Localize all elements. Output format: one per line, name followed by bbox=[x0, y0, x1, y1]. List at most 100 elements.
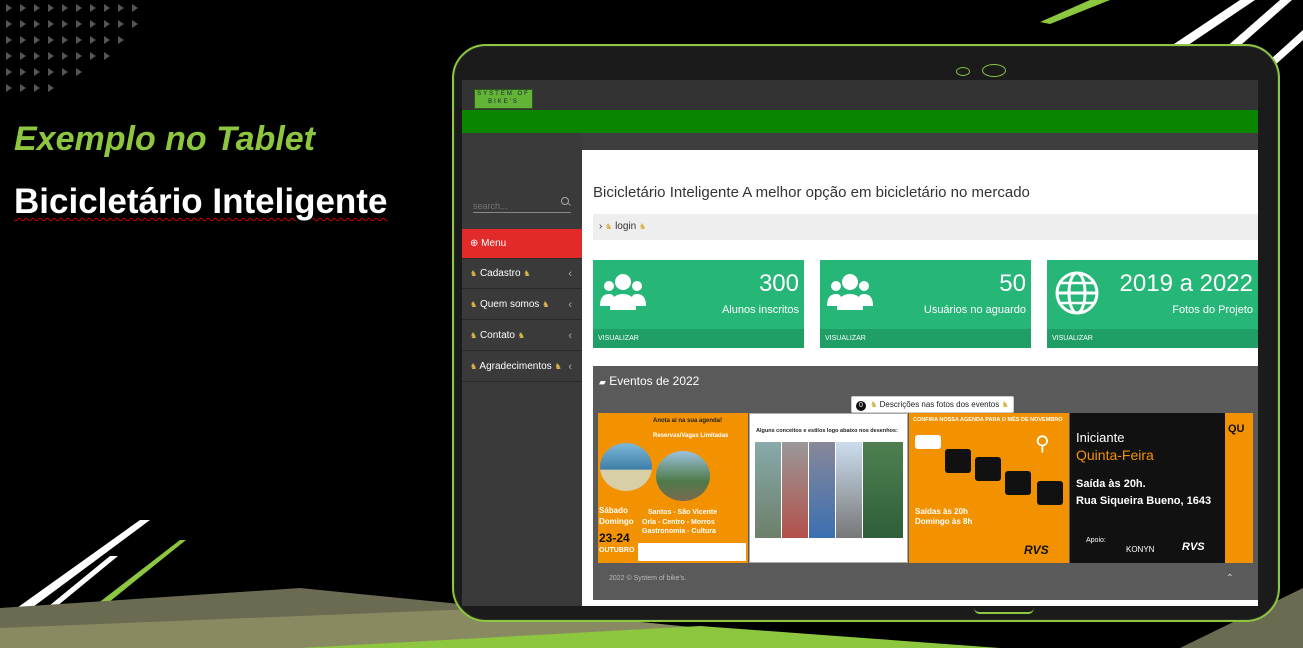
bike-icon: ♞ bbox=[517, 331, 525, 340]
event-poster-4[interactable]: Iniciante Quinta-Feira Saída às 20h. Rua… bbox=[1070, 413, 1253, 563]
sidebar-item-label: Cadastro bbox=[479, 268, 521, 279]
sidebar-item-quem-somos[interactable]: ♞ Quem somos ♞ ‹ bbox=[462, 290, 582, 320]
sidebar-item-cadastro[interactable]: ♞ Cadastro ♞ ‹ bbox=[462, 259, 582, 289]
agenda-tag bbox=[945, 449, 971, 473]
bike-icon: ♞ bbox=[470, 331, 478, 340]
bike-icon: ♞ bbox=[870, 400, 878, 409]
poster-text: OUTUBRO bbox=[599, 547, 635, 554]
poster-text: Saídas às 20h bbox=[915, 507, 968, 516]
bike-icon: ♞ bbox=[554, 362, 562, 371]
poster-text: RVS bbox=[1024, 543, 1049, 557]
bike-icon: ♞ bbox=[542, 300, 550, 309]
poster-text: Anota aí na sua agenda! bbox=[653, 418, 723, 424]
app-logo[interactable]: SYSTEM OF BIKE'S bbox=[474, 89, 533, 109]
sidebar-item-agradecimentos[interactable]: ♞ Agradecimentos ♞ ‹ bbox=[462, 352, 582, 382]
stat-value: 2019 a 2022 bbox=[1119, 270, 1253, 297]
photo-bike-lane-blue bbox=[809, 442, 835, 538]
bike-icon: ♞ bbox=[523, 269, 531, 278]
bike-icon: ♞ bbox=[605, 222, 613, 231]
agenda-tag bbox=[1005, 471, 1031, 495]
bike-icon: ♞ bbox=[1001, 400, 1009, 409]
poster-text: Quinta-Feira bbox=[1076, 447, 1154, 463]
search-input[interactable] bbox=[473, 201, 553, 211]
camera-icon bbox=[956, 67, 970, 76]
sidebar-item-label: Menu bbox=[481, 238, 507, 249]
poster-text: Saída às 20h. bbox=[1076, 478, 1146, 490]
visualizar-link[interactable]: VISUALIZAR bbox=[1047, 329, 1258, 348]
sensor-icon bbox=[982, 64, 1006, 77]
descriptions-button[interactable]: 0 ♞ Descrições nas fotos dos eventos ♞ bbox=[851, 396, 1014, 413]
stat-card-usuarios: 50 Usuários no aguardo VISUALIZAR bbox=[820, 260, 1031, 348]
sidebar-item-contato[interactable]: ♞ Contato ♞ ‹ bbox=[462, 321, 582, 351]
sponsor-strip bbox=[638, 543, 746, 561]
photo-bike-path bbox=[836, 442, 862, 538]
stat-value: 50 bbox=[999, 270, 1026, 297]
poster-text: Domingo às 8h bbox=[915, 517, 973, 526]
descriptions-count: 0 bbox=[856, 401, 866, 411]
poster-text: Sábado bbox=[599, 506, 628, 515]
footer-copyright: 2022 © System of bike's. bbox=[609, 575, 687, 582]
stat-card-fotos: 2019 a 2022 Fotos do Projeto VISUALIZAR bbox=[1047, 260, 1258, 348]
chevron-left-icon: ‹ bbox=[568, 299, 572, 311]
stat-value: 300 bbox=[758, 270, 799, 297]
chevron-up-icon[interactable]: ⌃ bbox=[1226, 573, 1234, 584]
photo-bike-lane-red bbox=[782, 442, 808, 538]
sidebar-item-menu[interactable]: ⊕ Menu bbox=[462, 229, 590, 259]
chevron-left-icon: ‹ bbox=[568, 330, 572, 342]
nav-bar bbox=[462, 110, 1258, 133]
city-photo bbox=[656, 451, 710, 501]
poster-text: Orla - Centro - Morros bbox=[642, 519, 715, 526]
chevron-right-icon: › bbox=[599, 221, 603, 232]
poster-text: Reservas/Vagas Limitadas bbox=[653, 433, 729, 439]
slide-title: Exemplo no Tablet bbox=[14, 120, 316, 158]
sidebar-item-label: Agradecimentos bbox=[479, 361, 552, 372]
bike-icon: ♞ bbox=[470, 300, 478, 309]
bike-icon: ♞ bbox=[639, 222, 647, 231]
chevron-left-icon: ‹ bbox=[568, 361, 572, 373]
bicycle-icon: ⚲ bbox=[1035, 433, 1050, 455]
agenda-tag bbox=[1037, 481, 1063, 505]
search-icon[interactable] bbox=[561, 197, 569, 205]
home-button[interactable] bbox=[974, 608, 1034, 614]
bike-icon: ♞ bbox=[470, 362, 478, 371]
dot-pattern-decoration bbox=[6, 4, 138, 92]
poster-text: Apoio: bbox=[1086, 537, 1106, 544]
beach-photo bbox=[600, 443, 652, 491]
page-title: Bicicletário Inteligente A melhor opção … bbox=[593, 184, 1030, 201]
breadcrumb: › ♞ login ♞ bbox=[593, 214, 1258, 240]
tablet-screen: SYSTEM OF BIKE'S ⊕ Menu ♞ Cadastro ♞ ‹ ♞… bbox=[462, 80, 1258, 606]
search-box bbox=[473, 196, 571, 213]
stat-label: Usuários no aguardo bbox=[923, 304, 1026, 316]
events-title: ▰ Eventos de 2022 bbox=[599, 374, 699, 388]
photo-bike-lane bbox=[755, 442, 781, 538]
visualizar-link[interactable]: VISUALIZAR bbox=[820, 329, 1031, 348]
top-bar: SYSTEM OF BIKE'S bbox=[462, 80, 1258, 110]
chevron-left-icon: ‹ bbox=[568, 268, 572, 280]
agenda-tag bbox=[915, 435, 941, 449]
stat-label: Alunos inscritos bbox=[721, 304, 799, 316]
stat-card-alunos: 300 Alunos inscritos VISUALIZAR bbox=[593, 260, 804, 348]
event-poster-1[interactable]: Anota aí na sua agenda! Reservas/Vagas L… bbox=[598, 413, 748, 563]
orange-strip bbox=[1225, 413, 1253, 563]
poster-text: 23-24 bbox=[599, 531, 630, 545]
tablet-frame: SYSTEM OF BIKE'S ⊕ Menu ♞ Cadastro ♞ ‹ ♞… bbox=[452, 44, 1280, 622]
stat-label: Fotos do Projeto bbox=[1172, 304, 1253, 316]
visualizar-link[interactable]: VISUALIZAR bbox=[593, 329, 804, 348]
descriptions-button-label: Descrições nas fotos dos eventos bbox=[879, 400, 1000, 409]
poster-text: Rua Siqueira Bueno, 1643 bbox=[1076, 495, 1212, 507]
main-content: Bicicletário Inteligente A melhor opção … bbox=[582, 150, 1258, 606]
event-poster-2[interactable]: Alguns conceitos e estilos logo abaixo n… bbox=[749, 413, 908, 563]
sidebar: ⊕ Menu ♞ Cadastro ♞ ‹ ♞ Quem somos ♞ ‹ ♞… bbox=[462, 133, 590, 606]
poster-text: RVS bbox=[1182, 541, 1205, 553]
photo-cyclist bbox=[863, 442, 903, 538]
agenda-tag bbox=[975, 457, 1001, 481]
poster-text: Gastronomia - Cultura bbox=[642, 528, 716, 535]
poster-text: CONFIRA NOSSA AGENDA PARA O MÊS DE NOVEM… bbox=[913, 417, 1063, 423]
event-poster-3[interactable]: CONFIRA NOSSA AGENDA PARA O MÊS DE NOVEM… bbox=[909, 413, 1069, 563]
globe-icon bbox=[1055, 271, 1099, 315]
breadcrumb-login-link[interactable]: login bbox=[615, 221, 636, 232]
poster-text: Santos - São Vicente bbox=[648, 509, 718, 516]
bike-icon: ♞ bbox=[470, 269, 478, 278]
poster-text: QU bbox=[1228, 423, 1245, 435]
sidebar-item-label: Quem somos bbox=[479, 299, 540, 310]
